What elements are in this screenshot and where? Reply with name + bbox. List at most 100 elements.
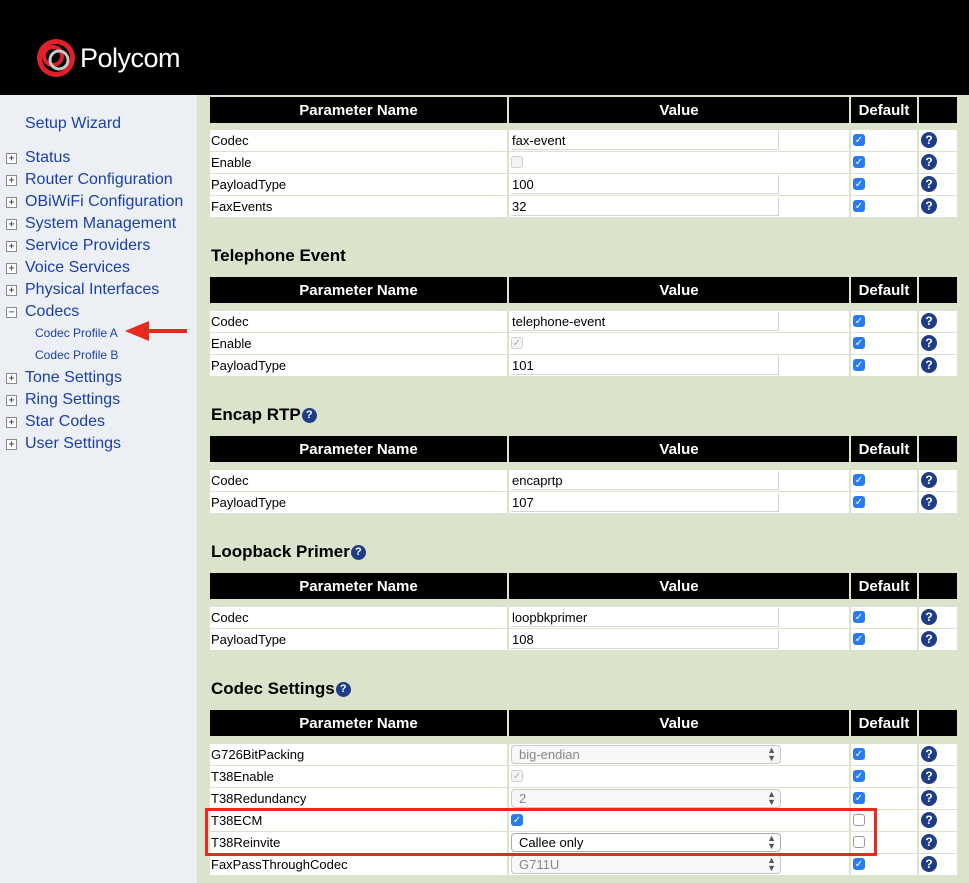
polycom-logo-icon [37,39,75,77]
help-icon[interactable]: ? [921,856,937,872]
table-row: T38Redundancy 2 ▲ ▼ ✓ ? [210,788,957,810]
help-icon[interactable]: ? [921,198,937,214]
param-name: FaxPassThroughCodec [210,854,507,875]
nav-subitem-codec-profile-a[interactable]: Codec Profile A [35,322,118,344]
nav-item-codecs[interactable]: − Codecs [6,301,79,323]
red-highlight-box [205,808,877,856]
help-icon[interactable]: ? [921,768,937,784]
header-default: Default [851,436,917,462]
help-icon[interactable]: ? [301,407,317,423]
expand-icon[interactable]: + [6,196,17,208]
select-arrows-icon: ▲ ▼ [767,855,776,873]
help-icon[interactable]: ? [921,609,937,625]
nav-item-tone-settings[interactable]: + Tone Settings [6,367,122,389]
value-select[interactable]: 2 ▲ ▼ [511,789,781,808]
nav-setup-wizard[interactable]: Setup Wizard [25,115,121,133]
help-icon[interactable]: ? [921,746,937,762]
expand-icon[interactable]: + [6,416,17,428]
header-parameter-name: Parameter Name [210,97,507,123]
expand-icon[interactable]: + [6,174,17,186]
default-checkbox[interactable]: ✓ [853,858,865,870]
default-checkbox[interactable]: ✓ [853,770,865,782]
nav-item-service-providers[interactable]: + Service Providers [6,235,150,257]
expand-icon[interactable]: + [6,240,17,252]
help-icon[interactable]: ? [921,335,937,351]
value-input[interactable]: 32 [511,197,779,216]
value-input[interactable]: telephone-event [511,312,779,331]
header-help [919,573,957,599]
nav-subitem-codec-profile-b[interactable]: Codec Profile B [35,344,118,366]
value-select[interactable]: big-endian ▲ ▼ [511,745,781,764]
header-default: Default [851,573,917,599]
expand-icon[interactable]: + [6,438,17,450]
expand-icon[interactable]: + [6,152,17,164]
nav-item-status[interactable]: + Status [6,147,70,169]
table-row: Codec telephone-event ✓ ? [210,311,957,333]
default-checkbox[interactable]: ✓ [853,748,865,760]
value-input[interactable]: 108 [511,630,779,649]
nav-item-physical-interfaces[interactable]: + Physical Interfaces [6,279,159,301]
table-row: G726BitPacking big-endian ▲ ▼ ✓ ? [210,744,957,766]
expand-icon[interactable]: + [6,394,17,406]
table-row: FaxPassThroughCodec G711U ▲ ▼ ✓ ? [210,854,957,876]
value-input[interactable]: loopbkprimer [511,608,779,627]
value-select[interactable]: G711U ▲ ▼ [511,855,781,874]
value-input[interactable]: 101 [511,356,779,375]
help-icon[interactable]: ? [921,154,937,170]
default-checkbox[interactable]: ✓ [853,178,865,190]
help-icon[interactable]: ? [335,681,351,697]
help-icon[interactable]: ? [921,132,937,148]
param-name: PayloadType [210,629,507,650]
default-checkbox[interactable]: ✓ [853,315,865,327]
param-name: PayloadType [210,355,507,376]
header-default: Default [851,97,917,123]
collapse-icon[interactable]: − [6,306,17,318]
nav-item-user-settings[interactable]: + User Settings [6,433,121,455]
help-icon[interactable]: ? [921,313,937,329]
nav-item-star-codes[interactable]: + Star Codes [6,411,105,433]
param-name: PayloadType [210,492,507,513]
default-checkbox[interactable]: ✓ [853,474,865,486]
help-icon[interactable]: ? [921,790,937,806]
header-default: Default [851,277,917,303]
help-icon[interactable]: ? [350,544,366,560]
default-checkbox[interactable]: ✓ [853,496,865,508]
nav-item-ring-settings[interactable]: + Ring Settings [6,389,120,411]
default-checkbox[interactable]: ✓ [853,611,865,623]
help-icon[interactable]: ? [921,494,937,510]
nav-item-system-management[interactable]: + System Management [6,213,176,235]
header-value: Value [509,97,849,123]
header-parameter-name: Parameter Name [210,277,507,303]
nav-item-obiwifi-configuration[interactable]: + OBiWiFi Configuration [6,191,183,213]
help-icon[interactable]: ? [921,631,937,647]
default-checkbox[interactable]: ✓ [853,792,865,804]
value-input[interactable]: fax-event [511,131,779,150]
default-checkbox[interactable]: ✓ [853,633,865,645]
default-checkbox[interactable]: ✓ [853,156,865,168]
nav-item-voice-services[interactable]: + Voice Services [6,257,130,279]
help-icon[interactable]: ? [921,834,937,850]
default-checkbox[interactable]: ✓ [853,359,865,371]
expand-icon[interactable]: + [6,372,17,384]
expand-icon[interactable]: + [6,262,17,274]
value-input[interactable]: 100 [511,175,779,194]
expand-icon[interactable]: + [6,218,17,230]
value-input[interactable]: 107 [511,493,779,512]
value-input[interactable]: encaprtp [511,471,779,490]
help-icon[interactable]: ? [921,812,937,828]
default-checkbox[interactable]: ✓ [853,200,865,212]
help-icon[interactable]: ? [921,176,937,192]
param-name: Codec [210,311,507,332]
header-value: Value [509,436,849,462]
section-title-loopback-primer: Loopback Primer? [211,542,366,562]
nav-item-router-configuration[interactable]: + Router Configuration [6,169,173,191]
section-title-encap-rtp: Encap RTP? [211,405,317,425]
param-name: T38Enable [210,766,507,787]
expand-icon[interactable]: + [6,284,17,296]
default-checkbox[interactable]: ✓ [853,337,865,349]
default-checkbox[interactable]: ✓ [853,134,865,146]
value-checkbox: ✓ [511,770,523,782]
help-icon[interactable]: ? [921,357,937,373]
help-icon[interactable]: ? [921,472,937,488]
param-name: G726BitPacking [210,744,507,765]
